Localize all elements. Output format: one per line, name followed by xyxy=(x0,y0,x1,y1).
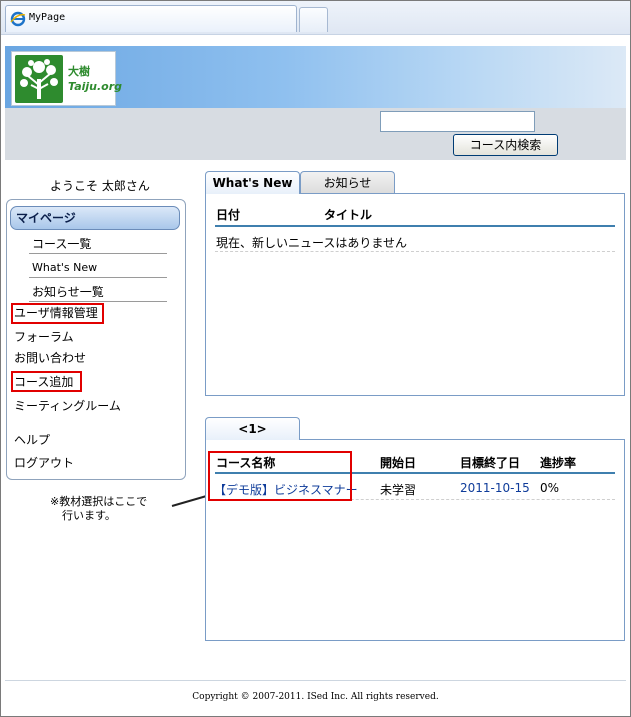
sidebar-item-contact[interactable]: お問い合わせ xyxy=(14,350,86,366)
highlight-box-course-select xyxy=(208,451,352,501)
welcome-message: ようこそ 太郎さん xyxy=(50,179,150,193)
course-header-target-end: 目標終了日 xyxy=(460,456,521,470)
ie-icon xyxy=(10,11,26,27)
sidebar-item-meeting-room[interactable]: ミーティングルーム xyxy=(14,398,121,414)
footer-divider xyxy=(5,680,626,681)
site-logo[interactable]: 大樹 Taiju.org xyxy=(11,51,122,106)
course-search-button[interactable]: コース内検索 xyxy=(453,134,558,156)
tab-course-page-1[interactable]: <1> xyxy=(205,417,300,440)
news-header-rule xyxy=(215,225,615,227)
news-header-date: 日付 xyxy=(216,208,241,222)
annotation-note-line2: 行います。 xyxy=(62,509,116,522)
new-tab-button[interactable] xyxy=(299,7,328,32)
news-panel: 日付 タイトル 現在、新しいニュースはありません xyxy=(205,193,625,396)
course-header-progress: 進捗率 xyxy=(540,456,577,470)
sidebar-subitem-course-list[interactable]: コース一覧 xyxy=(29,232,167,254)
highlight-box-add-course xyxy=(11,371,82,392)
course-header-start: 開始日 xyxy=(380,456,417,470)
tab-whats-new[interactable]: What's New xyxy=(205,171,300,194)
footer-copyright: Copyright © 2007-2011. ISed Inc. All rig… xyxy=(192,692,439,702)
highlight-box-user-info xyxy=(11,303,104,324)
logo-text-domain: Taiju.org xyxy=(68,80,123,93)
sidebar-item-logout[interactable]: ログアウト xyxy=(14,455,74,471)
sidebar-subitem-whats-new[interactable]: What's New xyxy=(29,256,167,278)
logo-text-kanji: 大樹 xyxy=(68,65,90,78)
course-progress-value: 0% xyxy=(540,481,560,495)
course-target-end-date: 2011-10-15 xyxy=(460,481,530,495)
browser-tab-mypage[interactable]: MyPage xyxy=(5,5,297,32)
browser-tab-title: MyPage xyxy=(29,12,66,23)
browser-tab-strip: MyPage xyxy=(1,1,630,35)
news-empty-message: 現在、新しいニュースはありません xyxy=(216,236,408,250)
tree-logo-icon xyxy=(15,55,63,103)
annotation-note-line1: ※教材選択はここで xyxy=(50,495,148,508)
sidebar-item-forum[interactable]: フォーラム xyxy=(14,329,74,345)
tab-notices[interactable]: お知らせ xyxy=(300,171,395,194)
course-search-input[interactable] xyxy=(380,111,535,132)
annotation-note: ※教材選択はここで 行います。 xyxy=(50,495,180,523)
sidebar-mypage-header[interactable]: マイページ xyxy=(10,206,180,230)
sidebar-subitem-notice-list[interactable]: お知らせ一覧 xyxy=(29,280,167,302)
sidebar-item-help[interactable]: ヘルプ xyxy=(14,432,50,448)
course-start-status: 未学習 xyxy=(380,483,417,497)
news-row-divider xyxy=(215,251,615,252)
news-header-title: タイトル xyxy=(324,208,373,222)
